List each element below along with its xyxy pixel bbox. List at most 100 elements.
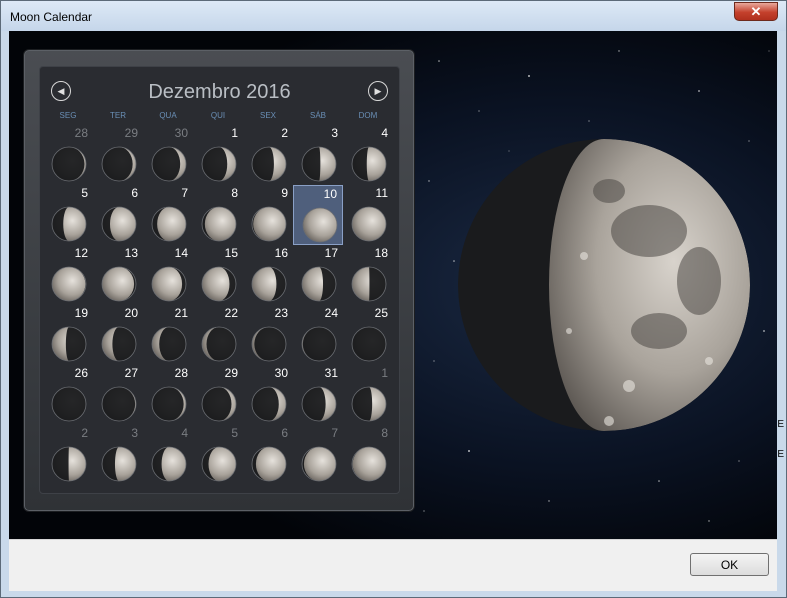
weekday-header: SEG TER QUA QUI SEX SÁB DOM — [40, 111, 399, 123]
day-number: 29 — [124, 126, 138, 140]
day-number: 29 — [224, 366, 238, 380]
calendar-day-cell[interactable]: 13 — [93, 245, 143, 305]
day-number: 6 — [131, 186, 138, 200]
calendar-day-cell[interactable]: 24 — [293, 305, 343, 365]
calendar-day-cell[interactable]: 8 — [343, 425, 393, 485]
calendar-day-cell[interactable]: 19 — [43, 305, 93, 365]
moon-phase-icon — [151, 386, 187, 422]
calendar-day-cell[interactable]: 30 — [143, 125, 193, 185]
day-number: 31 — [324, 366, 338, 380]
calendar-day-cell[interactable]: 23 — [243, 305, 293, 365]
large-moon-image — [458, 139, 750, 431]
arrow-right-icon: ▶ — [374, 85, 382, 96]
calendar-day-cell[interactable]: 20 — [93, 305, 143, 365]
moon-phase-icon — [201, 266, 237, 302]
calendar-day-cell[interactable]: 14 — [143, 245, 193, 305]
calendar-day-cell[interactable]: 30 — [243, 365, 293, 425]
calendar-day-cell[interactable]: 10 — [293, 185, 343, 245]
weekday-label: SEG — [59, 111, 77, 120]
calendar-day-cell[interactable]: 17 — [293, 245, 343, 305]
calendar-day-cell[interactable]: 29 — [93, 125, 143, 185]
day-number: 4 — [181, 426, 188, 440]
calendar-day-cell[interactable]: 11 — [343, 185, 393, 245]
close-icon: ✕ — [750, 3, 762, 19]
calendar-day-cell[interactable]: 27 — [93, 365, 143, 425]
calendar-day-cell[interactable]: 28 — [143, 365, 193, 425]
calendar-day-cell[interactable]: 3 — [93, 425, 143, 485]
moon-phase-icon — [251, 446, 287, 482]
calendar-day-cell[interactable]: 12 — [43, 245, 93, 305]
day-number: 16 — [274, 246, 288, 260]
next-month-button[interactable]: ▶ — [368, 81, 388, 101]
day-number: 17 — [324, 246, 338, 260]
day-number: 3 — [131, 426, 138, 440]
calendar-day-cell[interactable]: 26 — [43, 365, 93, 425]
moon-phase-icon — [351, 386, 387, 422]
ok-button[interactable]: OK — [690, 553, 769, 576]
day-number: 30 — [274, 366, 288, 380]
calendar-day-cell[interactable]: 3 — [293, 125, 343, 185]
calendar-day-cell[interactable]: 5 — [43, 185, 93, 245]
moon-phase-icon — [351, 446, 387, 482]
calendar-day-cell[interactable]: 21 — [143, 305, 193, 365]
day-number: 15 — [224, 246, 238, 260]
moon-phase-icon — [351, 266, 387, 302]
moon-phase-icon — [101, 146, 137, 182]
day-number: 18 — [374, 246, 388, 260]
calendar-day-cell[interactable]: 2 — [43, 425, 93, 485]
calendar-day-cell[interactable]: 15 — [193, 245, 243, 305]
moon-phase-icon — [251, 326, 287, 362]
calendar-day-cell[interactable]: 2 — [243, 125, 293, 185]
moon-phase-icon — [251, 266, 287, 302]
moon-view: ◀ Dezembro 2016 ▶ SEG TER QUA QUI SEX SÁ… — [9, 31, 777, 539]
title-bar[interactable]: Moon Calendar ✕ — [1, 1, 786, 31]
day-number: 1 — [231, 126, 238, 140]
moon-phase-icon — [251, 146, 287, 182]
calendar-day-cell[interactable]: 9 — [243, 185, 293, 245]
calendar-panel: ◀ Dezembro 2016 ▶ SEG TER QUA QUI SEX SÁ… — [23, 49, 415, 512]
calendar-day-cell[interactable]: 31 — [293, 365, 343, 425]
weekday-label: SEX — [259, 111, 276, 120]
calendar-day-cell[interactable]: 1 — [343, 365, 393, 425]
moon-phase-icon — [301, 386, 337, 422]
moon-phase-icon — [51, 326, 87, 362]
moon-phase-icon — [201, 146, 237, 182]
moon-phase-icon — [301, 266, 337, 302]
calendar-day-cell[interactable]: 22 — [193, 305, 243, 365]
moon-phase-icon — [51, 446, 87, 482]
calendar-day-cell[interactable]: 25 — [343, 305, 393, 365]
calendar-day-cell[interactable]: 4 — [143, 425, 193, 485]
calendar-day-cell[interactable]: 4 — [343, 125, 393, 185]
day-number: 14 — [174, 246, 188, 260]
day-number: 9 — [281, 186, 288, 200]
calendar-day-cell[interactable]: 28 — [43, 125, 93, 185]
edge-text-fragment: E — [777, 449, 784, 460]
weekday-label: QUI — [210, 111, 226, 120]
moon-phase-icon — [101, 206, 137, 242]
day-number: 22 — [224, 306, 238, 320]
day-number: 24 — [324, 306, 338, 320]
calendar-day-cell[interactable]: 6 — [243, 425, 293, 485]
calendar-day-cell[interactable]: 5 — [193, 425, 243, 485]
calendar-day-cell[interactable]: 1 — [193, 125, 243, 185]
calendar-day-cell[interactable]: 7 — [293, 425, 343, 485]
weekday-label: SÁB — [309, 111, 326, 120]
calendar-day-cell[interactable]: 18 — [343, 245, 393, 305]
day-number: 28 — [74, 126, 88, 140]
moon-phase-icon — [201, 326, 237, 362]
calendar-day-cell[interactable]: 29 — [193, 365, 243, 425]
day-number: 19 — [74, 306, 88, 320]
moon-phase-icon — [251, 206, 287, 242]
close-button[interactable]: ✕ — [734, 2, 778, 21]
day-number: 30 — [174, 126, 188, 140]
day-number: 4 — [381, 126, 388, 140]
day-number: 13 — [124, 246, 138, 260]
month-title: Dezembro 2016 — [148, 81, 291, 103]
calendar-day-cell[interactable]: 8 — [193, 185, 243, 245]
calendar-day-cell[interactable]: 16 — [243, 245, 293, 305]
calendar-day-cell[interactable]: 6 — [93, 185, 143, 245]
moon-calendar-window: Moon Calendar ✕ ◀ Dezembro 2016 ▶ SEG TE… — [0, 0, 787, 598]
calendar-inner: ◀ Dezembro 2016 ▶ SEG TER QUA QUI SEX SÁ… — [39, 66, 400, 494]
day-number: 8 — [231, 186, 238, 200]
calendar-day-cell[interactable]: 7 — [143, 185, 193, 245]
